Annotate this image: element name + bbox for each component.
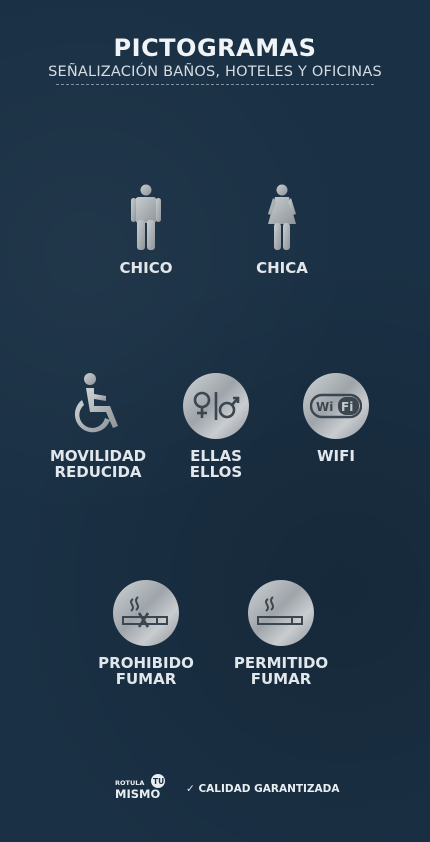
pictogram-movilidad-reducida: MOVILIDAD REDUCIDA [38, 372, 158, 480]
svg-text:ROTULA: ROTULA [115, 779, 144, 787]
woman-icon [248, 184, 316, 252]
pictogram-chica: CHICA [222, 184, 342, 276]
pictogram-label: MOVILIDAD REDUCIDA [49, 447, 147, 481]
pictogram-label: PERMITIDO FUMAR [233, 654, 329, 688]
pictogram-ellas-ellos: ELLAS ELLOS [156, 372, 276, 480]
wheelchair-icon [64, 372, 132, 440]
page-subtitle: SEÑALIZACIÓN BAÑOS, HOTELES Y OFICINAS [48, 64, 382, 80]
no-smoking-icon [113, 580, 179, 646]
svg-text:Fi: Fi [341, 400, 353, 414]
footer: ROTULA TU MISMO ✓ CALIDAD GARANTIZADA [0, 772, 430, 804]
pictogram-label: ELLAS ELLOS [189, 447, 243, 481]
quality-badge: ✓ CALIDAD GARANTIZADA [186, 783, 340, 795]
check-icon: ✓ [186, 783, 195, 795]
svg-text:Wi: Wi [316, 400, 333, 414]
pictogram-wifi: Wi Fi WIFI [276, 372, 396, 464]
man-icon [112, 184, 180, 252]
pictogram-chico: CHICO [86, 184, 206, 276]
pictogram-label: CHICO [119, 259, 173, 277]
svg-text:MISMO: MISMO [115, 787, 160, 801]
wifi-icon: Wi Fi [303, 373, 369, 439]
pictogram-label: PROHIBIDO FUMAR [98, 654, 194, 688]
svg-text:TU: TU [153, 777, 164, 786]
brand-logo: ROTULA TU MISMO [115, 774, 165, 801]
pictogram-prohibido-fumar: PROHIBIDO FUMAR [86, 579, 206, 687]
pictogram-label: CHICA [256, 259, 308, 277]
page-title: PICTOGRAMAS [113, 34, 317, 62]
gender-symbols-icon [183, 373, 249, 439]
header-divider [56, 84, 374, 85]
header: PICTOGRAMAS SEÑALIZACIÓN BAÑOS, HOTELES … [0, 34, 430, 80]
quality-text: CALIDAD GARANTIZADA [198, 783, 340, 795]
pictogram-permitido-fumar: PERMITIDO FUMAR [221, 579, 341, 687]
smoking-allowed-icon [248, 580, 314, 646]
pictogram-label: WIFI [317, 447, 355, 465]
